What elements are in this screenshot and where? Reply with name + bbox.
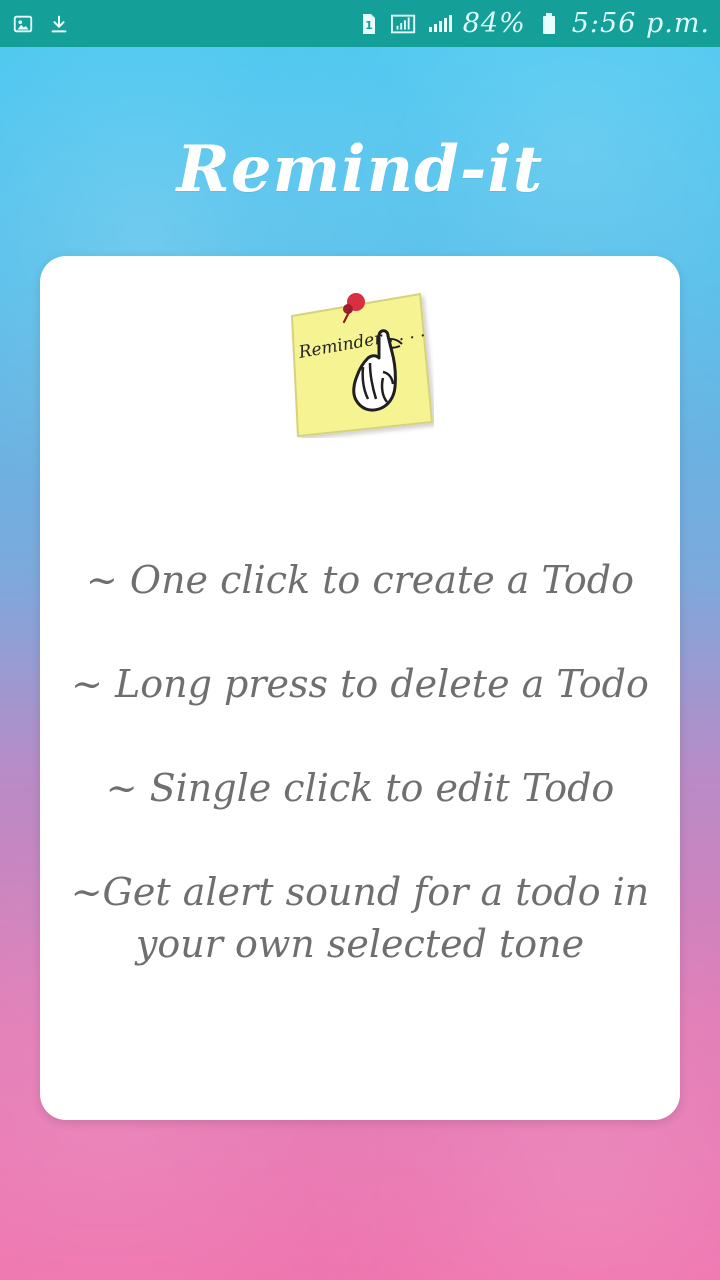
tip-delete: ~ Long press to delete a Todo — [71, 662, 649, 706]
tip-create: ~ One click to create a Todo — [86, 558, 634, 602]
status-time: 5:56 p.m. — [571, 8, 710, 39]
reminder-note-image: Reminder . . . . — [284, 288, 434, 438]
sim-1-icon: 1 — [355, 11, 381, 37]
battery-icon — [536, 11, 562, 37]
status-left-icons — [10, 11, 72, 37]
status-right-icons: 1 84% 5:56 p.m. — [355, 8, 710, 39]
status-bar: 1 84% 5:56 p.m. — [0, 0, 720, 47]
app-screen: 1 84% 5:56 p.m. Remind-it Reminder . . .… — [0, 0, 720, 1280]
signal-icon — [390, 11, 417, 37]
svg-text:1: 1 — [365, 19, 373, 32]
image-icon — [10, 11, 36, 37]
tip-alert-sound: ~Get alert sound for a todo in your own … — [70, 870, 650, 966]
signal-icon — [427, 11, 453, 37]
tips-list: ~ One click to create a Todo ~ Long pres… — [40, 554, 680, 970]
battery-percentage: 84% — [462, 8, 526, 39]
instructions-card: Reminder . . . . ~ One click to create a… — [40, 256, 680, 1120]
tip-edit: ~ Single click to edit Todo — [105, 766, 615, 810]
download-icon — [46, 11, 72, 37]
app-title: Remind-it — [176, 132, 544, 207]
